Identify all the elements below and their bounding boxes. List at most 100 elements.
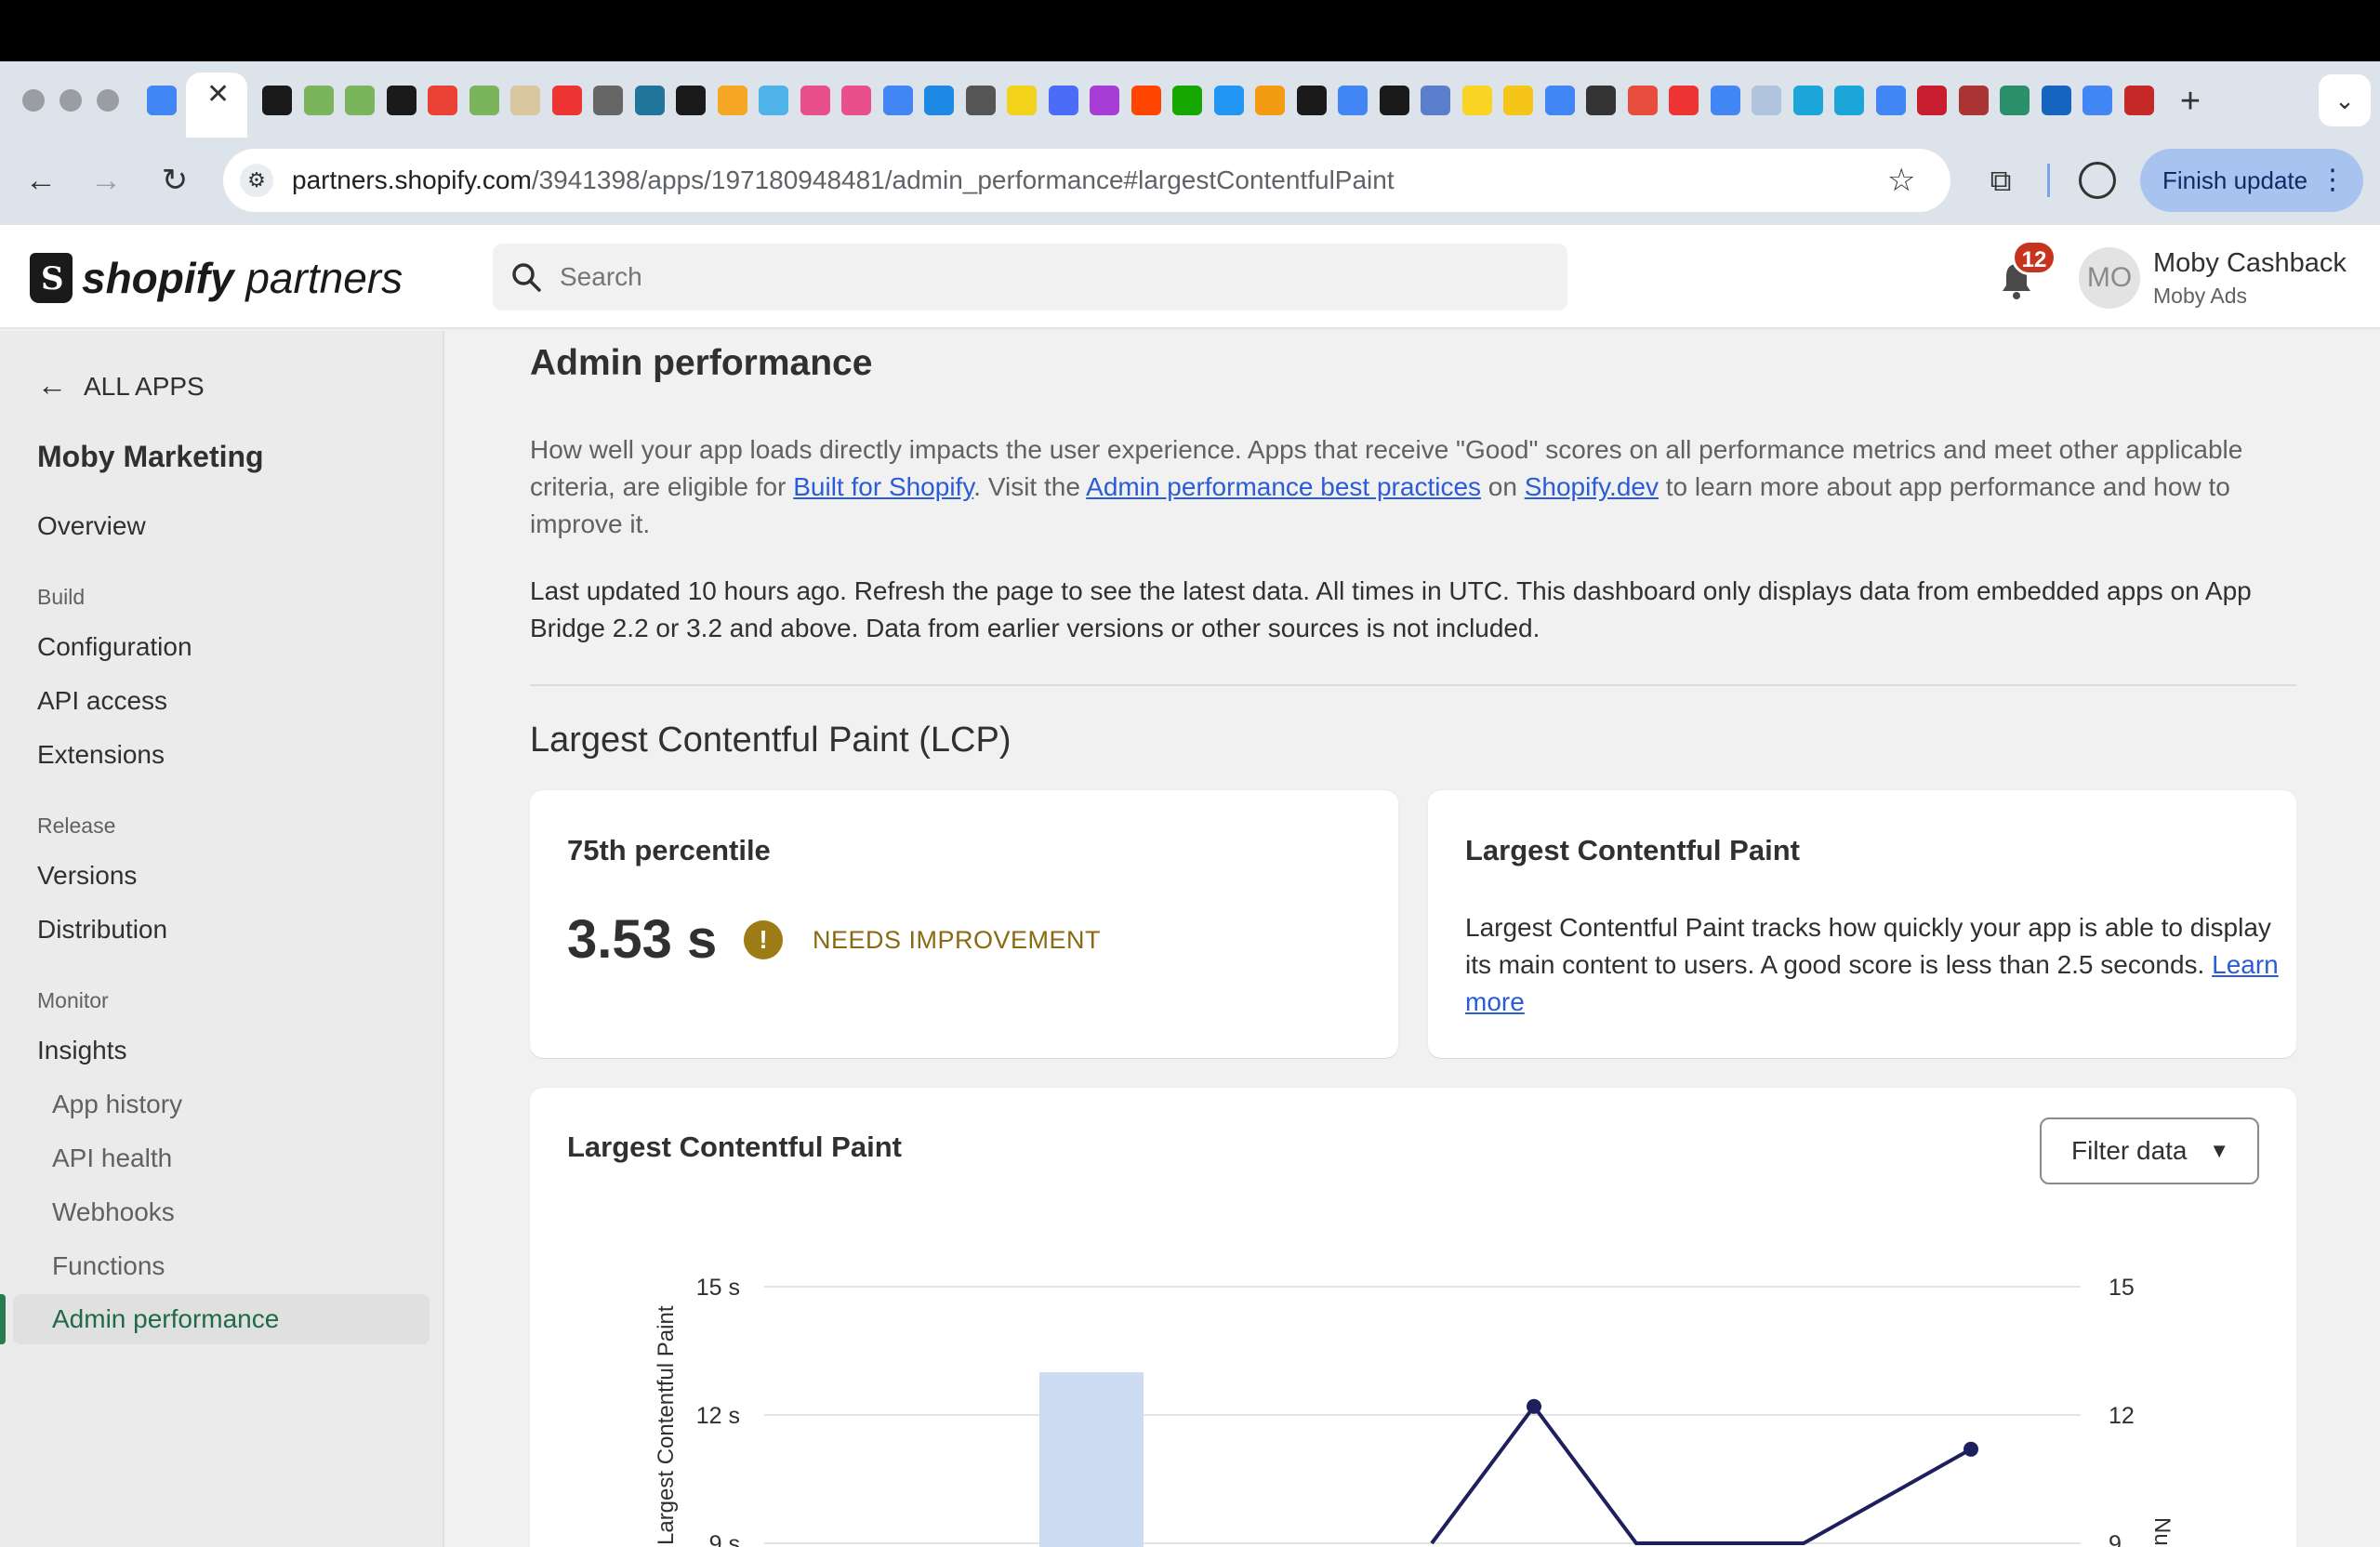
- tab-favicon-icon[interactable]: [1007, 86, 1037, 115]
- tab-favicon-icon[interactable]: [634, 86, 665, 115]
- search-input[interactable]: [560, 258, 1489, 296]
- menu-kebab-icon: ⋮: [2319, 165, 2347, 195]
- tab-favicon-icon[interactable]: [1875, 86, 1906, 115]
- tab-favicon-icon[interactable]: [2082, 86, 2112, 115]
- sidebar-item-api-access[interactable]: API access: [37, 682, 167, 720]
- window-minimize-control[interactable]: [60, 89, 82, 112]
- tab-favicon-icon[interactable]: [1669, 86, 1699, 115]
- sidebar-item-app-history[interactable]: App history: [52, 1086, 182, 1123]
- tab-favicon-icon[interactable]: [428, 86, 457, 115]
- sidebar-item-configuration[interactable]: Configuration: [37, 628, 192, 666]
- shopify-partners-logo[interactable]: shopify partners: [82, 253, 403, 303]
- sidebar-item-distribution[interactable]: Distribution: [37, 911, 167, 948]
- tab-favicon-icon[interactable]: [1172, 86, 1202, 115]
- tab-search-chevron-icon[interactable]: ⌄: [2319, 74, 2371, 126]
- extensions-puzzle-icon[interactable]: ⧉: [1980, 160, 2021, 201]
- right-axis-title: Number: [2149, 1517, 2175, 1547]
- tab-favicon-icon[interactable]: [2041, 86, 2071, 115]
- tab-favicon-icon[interactable]: [759, 86, 788, 115]
- tab-favicon-icon[interactable]: [1752, 86, 1781, 115]
- tab-favicon-icon[interactable]: [800, 86, 830, 115]
- tab-favicon-icon[interactable]: [841, 86, 871, 115]
- lcp-info-card-title: Largest Contentful Paint: [1465, 834, 1800, 866]
- chart-bar: [1039, 1372, 1144, 1547]
- lcp-percentile-value: 3.53 s: [567, 909, 718, 970]
- left-axis-tick-label: 15 s: [696, 1275, 740, 1301]
- tab-favicon-icon[interactable]: [1544, 86, 1575, 115]
- caret-down-icon: ▼: [2209, 1139, 2229, 1162]
- tab-close-icon[interactable]: ✕: [206, 81, 230, 109]
- shopify-dev-link[interactable]: Shopify.dev: [1525, 472, 1659, 501]
- all-apps-back-link[interactable]: ← ALL APPS: [37, 366, 205, 405]
- best-practices-link[interactable]: Admin performance best practices: [1086, 472, 1481, 501]
- tab-favicon-icon[interactable]: [345, 86, 375, 115]
- tab-favicon-icon[interactable]: [1627, 86, 1658, 115]
- tab-favicon-icon[interactable]: [262, 86, 292, 115]
- profile-icon[interactable]: [2079, 162, 2116, 199]
- last-updated-note: Last updated 10 hours ago. Refresh the p…: [530, 576, 2252, 642]
- sidebar-item-api-health[interactable]: API health: [52, 1140, 172, 1177]
- tab-favicon-icon[interactable]: [676, 86, 706, 115]
- tab-favicon-icon[interactable]: [1130, 86, 1161, 115]
- tab-favicon-icon[interactable]: [303, 86, 334, 115]
- url-text[interactable]: partners.shopify.com/3941398/apps/197180…: [292, 162, 1395, 199]
- sidebar-item-insights[interactable]: Insights: [37, 1032, 127, 1069]
- site-info-icon[interactable]: ⚙: [240, 164, 273, 197]
- built-for-shopify-link[interactable]: Built for Shopify: [793, 472, 973, 501]
- window-close-control[interactable]: [22, 89, 45, 112]
- sidebar-item-versions[interactable]: Versions: [37, 857, 137, 894]
- sidebar-item-overview[interactable]: Overview: [37, 508, 146, 545]
- tab-favicon-icon[interactable]: [1421, 86, 1450, 115]
- back-arrow-icon[interactable]: ←: [22, 162, 60, 199]
- tab-favicon-icon[interactable]: [1834, 86, 1864, 115]
- reload-icon[interactable]: ↻: [156, 162, 193, 199]
- tab-favicon-icon[interactable]: [551, 86, 582, 115]
- forward-arrow-icon[interactable]: →: [87, 162, 125, 199]
- tab-favicon-icon[interactable]: [924, 86, 954, 115]
- tab-favicon-icon[interactable]: [1338, 86, 1368, 115]
- tab-favicon-calendar[interactable]: [147, 86, 177, 115]
- tab-favicon-icon[interactable]: [1461, 86, 1492, 115]
- chart-point: [1527, 1398, 1541, 1414]
- left-axis-tick-label: 9 s: [709, 1531, 740, 1547]
- tab-favicon-icon[interactable]: [510, 86, 540, 115]
- bookmark-star-icon[interactable]: ☆: [1887, 162, 1915, 199]
- tab-favicon-icon[interactable]: [1917, 86, 1947, 115]
- tab-favicon-icon[interactable]: [2123, 86, 2154, 115]
- tab-favicon-icon[interactable]: [1503, 86, 1533, 115]
- tab-favicon-icon[interactable]: [593, 86, 623, 115]
- filter-data-button[interactable]: Filter data ▼: [2040, 1117, 2259, 1184]
- sidebar-item-extensions[interactable]: Extensions: [37, 736, 165, 774]
- tab-favicon-icon[interactable]: [1090, 86, 1119, 115]
- tab-favicon-icon[interactable]: [1296, 86, 1327, 115]
- avatar[interactable]: MO: [2079, 247, 2140, 309]
- finish-update-button[interactable]: Finish update ⋮: [2140, 149, 2363, 212]
- tab-favicon-icon[interactable]: [1710, 86, 1740, 115]
- tab-favicon-icon[interactable]: [1213, 86, 1244, 115]
- tab-favicon-icon[interactable]: [717, 86, 747, 115]
- tab-favicon-icon[interactable]: [1958, 86, 1989, 115]
- sidebar-item-admin-performance[interactable]: Admin performance: [52, 1301, 279, 1338]
- tab-favicon-icon[interactable]: [965, 86, 996, 115]
- sidebar-active-indicator: [0, 1294, 6, 1344]
- window-zoom-control[interactable]: [97, 89, 119, 112]
- tab-favicon-icon[interactable]: [1586, 86, 1616, 115]
- tab-favicon-icon[interactable]: [2000, 86, 2030, 115]
- shopify-bag-logo[interactable]: [30, 253, 73, 303]
- tab-favicon-icon[interactable]: [386, 86, 416, 115]
- tab-favicon-icon[interactable]: [469, 86, 499, 115]
- lcp-description: Largest Contentful Paint tracks how quic…: [1465, 913, 2279, 1016]
- page-title: Admin performance: [530, 343, 873, 383]
- tab-favicon-icon[interactable]: [1379, 86, 1409, 115]
- tab-favicon-icon[interactable]: [882, 86, 913, 115]
- user-name[interactable]: Moby Cashback: [2153, 245, 2347, 281]
- tab-favicon-icon[interactable]: [1792, 86, 1823, 115]
- new-tab-icon[interactable]: +: [2172, 84, 2209, 121]
- tab-favicon-icon[interactable]: [1255, 86, 1285, 115]
- sidebar-item-webhooks[interactable]: Webhooks: [52, 1194, 175, 1231]
- tab-favicon-icon[interactable]: [1048, 86, 1078, 115]
- status-badge: NEEDS IMPROVEMENT: [813, 926, 1102, 954]
- sidebar-item-functions[interactable]: Functions: [52, 1248, 165, 1285]
- percentile-card-title: 75th percentile: [567, 834, 771, 866]
- lcp-chart: 15 s 15 12 s 12 9 s 9 Largest Contentful Paint…: [654, 1275, 2175, 1547]
